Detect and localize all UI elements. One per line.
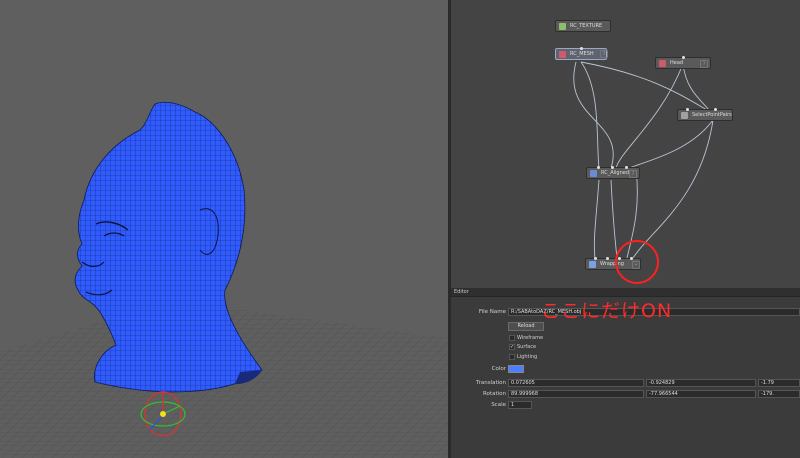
input-port[interactable] [580, 47, 583, 50]
input-port[interactable] [630, 257, 633, 260]
node-visibility-icon[interactable]: ? [600, 50, 608, 58]
input-port[interactable] [594, 257, 597, 260]
node-connections [573, 61, 714, 259]
node-label: RC_MESH [570, 51, 594, 57]
input-port[interactable] [714, 108, 717, 111]
scale-field[interactable]: 1 [508, 401, 532, 409]
node-rc-aligned[interactable]: RC_Aligned ? [586, 166, 640, 179]
node-head[interactable]: Head ? [655, 56, 711, 69]
node-rc-texture[interactable]: RC_TEXTURE [555, 20, 611, 32]
node-graph-panel[interactable]: RC_TEXTURE RC_MESH ? Head ? SelectPointP… [451, 0, 800, 288]
lighting-label: Lighting [517, 354, 538, 360]
color-swatch[interactable] [508, 365, 524, 373]
surface-label: Surface [517, 344, 537, 350]
node-label: Wrapping [600, 261, 624, 267]
3d-viewport[interactable] [0, 0, 448, 458]
file-name-label: File Name [478, 309, 506, 315]
translation-y-field[interactable]: -0.924829 [646, 379, 756, 387]
input-port[interactable] [611, 166, 614, 169]
node-visibility-icon[interactable]: ? [629, 170, 637, 178]
rotation-x-field[interactable]: 89.999968 [508, 390, 644, 398]
translation-x-field[interactable]: 0.072605 [508, 379, 644, 387]
wireframe-checkbox[interactable] [509, 335, 515, 341]
rotation-y-field[interactable]: -77.966544 [646, 390, 756, 398]
node-label: RC_Aligned [601, 170, 630, 176]
translation-label: Translation [476, 380, 506, 386]
node-label: Head [670, 60, 684, 66]
input-port[interactable] [625, 166, 628, 169]
surface-checkbox[interactable]: ✓ [509, 344, 515, 350]
color-label: Color [491, 366, 506, 372]
mesh-icon [659, 60, 666, 67]
wrap-icon [589, 261, 596, 268]
wireframe-label: Wireframe [517, 335, 544, 341]
node-visibility-icon[interactable]: • [632, 261, 640, 269]
mesh-icon [559, 51, 566, 58]
input-port[interactable] [606, 257, 609, 260]
input-port[interactable] [682, 56, 685, 59]
input-port[interactable] [618, 257, 621, 260]
scale-label: Scale [491, 402, 506, 408]
node-select-point-pairs[interactable]: SelectPointPairs [677, 108, 733, 121]
node-label: SelectPointPairs [692, 112, 732, 118]
rotation-z-field[interactable]: -179. [758, 390, 800, 398]
lighting-checkbox[interactable] [509, 354, 515, 360]
node-label: RC_TEXTURE [570, 23, 603, 29]
input-port[interactable] [597, 166, 600, 169]
align-icon [590, 170, 597, 177]
texture-icon [559, 23, 566, 30]
viewport-canvas[interactable] [0, 0, 448, 458]
reload-button[interactable]: Reload [508, 322, 544, 331]
translation-z-field[interactable]: -1.79 [758, 379, 800, 387]
node-visibility-icon[interactable]: ? [700, 60, 708, 68]
annotation-text: ここにだけON [541, 300, 673, 322]
rotation-label: Rotation [482, 391, 506, 397]
select-points-icon [681, 112, 688, 119]
input-port[interactable] [686, 108, 689, 111]
